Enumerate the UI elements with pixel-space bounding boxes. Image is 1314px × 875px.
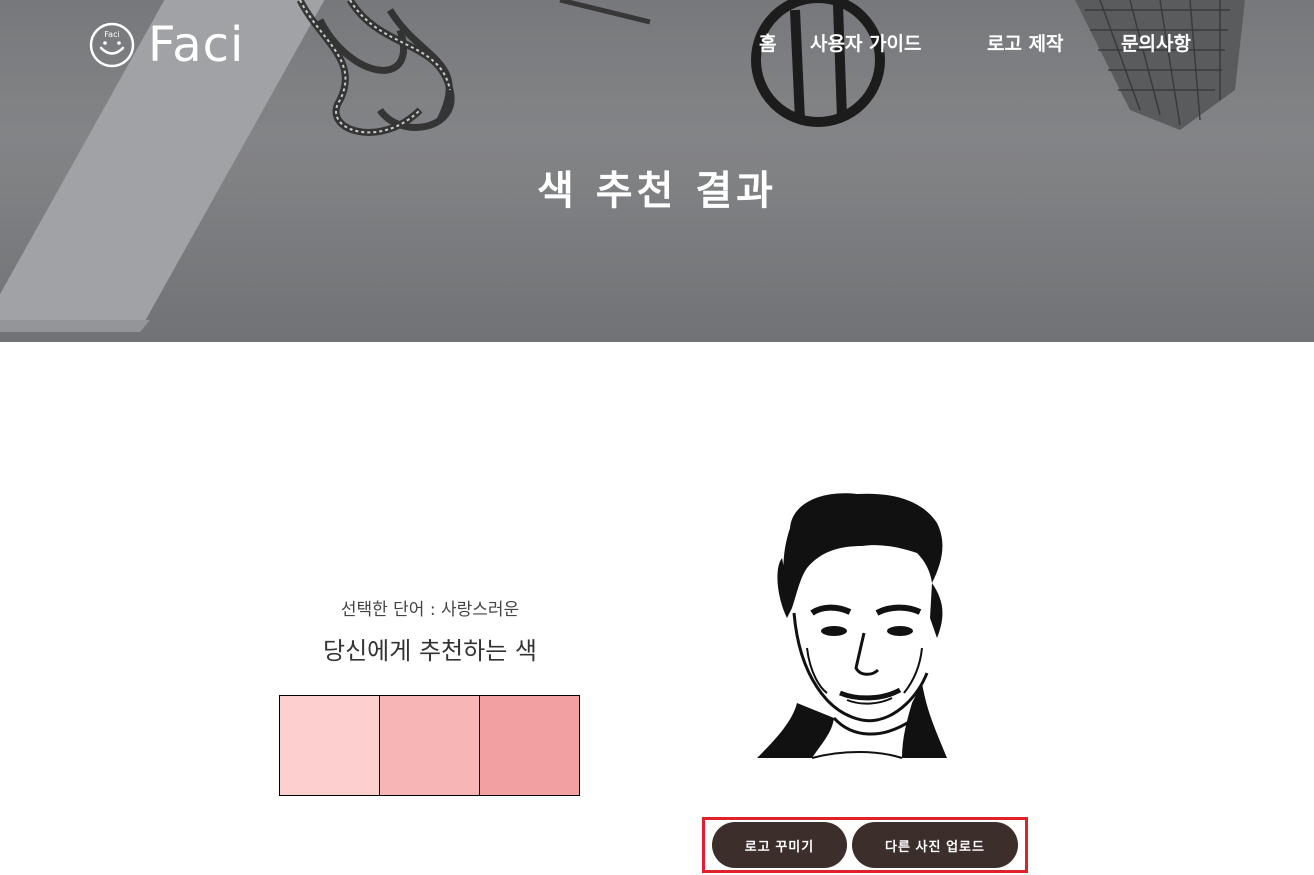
nav-contact[interactable]: 문의사항 [1121,30,1191,58]
color-swatch-1 [280,696,380,795]
color-swatch-2 [380,696,480,795]
recommend-title: 당신에게 추천하는 색 [323,637,537,665]
faci-logo[interactable]: Faci Faci [88,20,244,70]
smile-logo-icon: Faci [89,22,135,68]
nav-logo-maker[interactable]: 로고 제작 [987,30,1064,58]
logo-text: Faci [148,17,245,73]
selected-word-label: 선택한 단어 : 사랑스러운 [340,600,520,620]
decorate-logo-button[interactable]: 로고 꾸미기 [712,822,847,868]
color-swatches [279,695,580,796]
nav-user-guide[interactable]: 사용자 가이드 [810,30,922,58]
color-swatch-3 [480,696,579,795]
logo-badge-text: Faci [104,30,119,39]
page-title: 색 추천 결과 [537,168,777,214]
nav-home[interactable]: 홈 [759,30,776,58]
portrait-sketch-image [757,493,947,759]
upload-another-photo-button[interactable]: 다른 사진 업로드 [852,822,1018,868]
hero-banner: Faci Faci 홈 사용자 가이드 로고 제작 문의사항 색 추천 결과 [0,0,1314,342]
